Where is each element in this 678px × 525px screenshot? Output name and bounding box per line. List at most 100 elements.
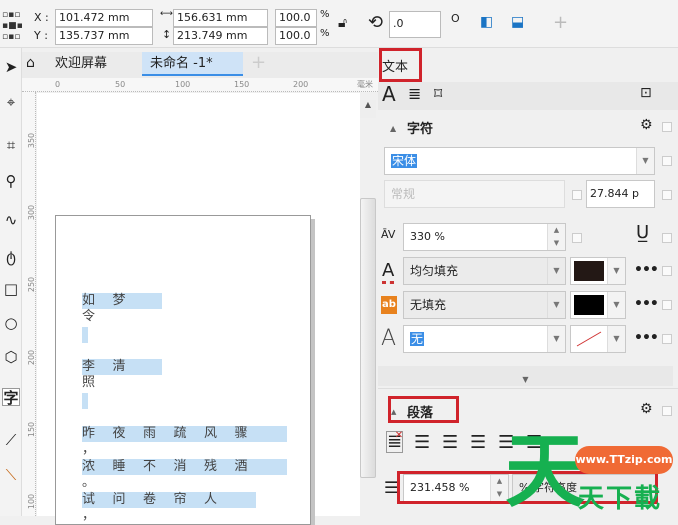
add-tab-button[interactable]: + [251, 52, 266, 73]
character-icon[interactable]: A [382, 82, 396, 106]
text-tool-icon[interactable]: 字 [2, 388, 20, 407]
text-line-empty[interactable] [82, 327, 88, 343]
text-fill-icon: A [382, 260, 395, 284]
text-line[interactable]: 李清照 [82, 359, 162, 390]
align-center-icon[interactable]: ☰ [442, 432, 458, 453]
polygon-tool-icon[interactable]: ⬡ [2, 348, 20, 366]
underline-icon[interactable]: U̲ [636, 222, 649, 243]
lock-ratio-icon[interactable]: 🔓︎ [338, 15, 347, 31]
width-input[interactable]: 156.631 mm [173, 9, 268, 27]
ruler-tick: 250 [27, 276, 37, 293]
divider [378, 388, 678, 389]
degree-label: O [451, 12, 460, 25]
object-origin-icon[interactable]: ▫▪▫ ▪■▪ ▫▪▫ [2, 10, 23, 43]
kerning-input[interactable]: 330 % ▲ ▼ [403, 223, 566, 251]
checkbox[interactable] [662, 190, 672, 200]
vertical-ruler: 350 300 250 200 150 100 [22, 92, 36, 516]
checkbox[interactable] [662, 122, 672, 132]
watermark-brand: 天下載 [578, 484, 663, 514]
height-icon: ↕ [162, 28, 172, 41]
checkbox[interactable] [662, 334, 672, 344]
checkbox[interactable] [662, 233, 672, 243]
ellipse-tool-icon[interactable]: ○ [2, 314, 20, 332]
more-icon[interactable]: ••• [634, 296, 659, 312]
ruler-tick: 350 [27, 132, 37, 149]
checkbox[interactable] [662, 156, 672, 166]
ruler-tick: 0 [55, 80, 61, 89]
align-right-icon[interactable]: ☰ [470, 432, 486, 453]
dimension-tool-icon[interactable]: ⟋ [2, 431, 20, 449]
more-icon[interactable]: ••• [634, 330, 659, 346]
zoom-tool-icon[interactable]: ⚲ [2, 172, 20, 190]
home-icon[interactable]: ⌂ [26, 55, 35, 71]
ruler-tick: 300 [27, 204, 37, 221]
checkbox[interactable] [572, 190, 582, 200]
docker-options-icon[interactable]: ⊡ [640, 85, 652, 101]
vertical-scrollbar-thumb[interactable] [360, 198, 376, 478]
background-fill-icon: ab [381, 296, 397, 314]
checkbox[interactable] [662, 406, 672, 416]
tab-welcome[interactable]: 欢迎屏幕 [47, 52, 137, 76]
fill-color-picker[interactable]: ▼ [570, 257, 626, 285]
background-color-picker[interactable]: ▼ [570, 291, 626, 319]
scale-y-input[interactable]: 100.0 [275, 27, 317, 45]
crop-tool-icon[interactable]: ⌗ [2, 136, 20, 154]
x-position-input[interactable]: 101.472 mm [55, 9, 153, 27]
checkbox[interactable] [662, 300, 672, 310]
text-line-empty[interactable] [82, 393, 88, 409]
expand-more-button[interactable]: ▼ [378, 366, 673, 386]
no-alignment-icon[interactable]: ≣ ✕ [386, 430, 404, 453]
highlight-box [379, 48, 422, 82]
checkbox[interactable] [662, 266, 672, 276]
rectangle-tool-icon[interactable]: □ [2, 280, 20, 298]
font-style-select[interactable]: 常规 [384, 180, 565, 208]
y-label: Y : [34, 29, 48, 42]
watermark-logo: 天 [505, 425, 585, 518]
no-color-icon [576, 331, 602, 347]
paragraph-icon[interactable]: ≣ [408, 84, 421, 103]
more-icon[interactable]: ••• [634, 262, 659, 278]
outline-width-select[interactable]: 无 ▼ [403, 325, 566, 353]
freehand-tool-icon[interactable]: ∿ [2, 211, 20, 229]
fill-type-select[interactable]: 均匀填充 ▼ [403, 257, 566, 285]
rotation-input[interactable]: .0 [389, 11, 441, 38]
character-heading: 字符 [407, 122, 434, 137]
height-input[interactable]: 213.749 mm [173, 27, 268, 45]
scale-x-input[interactable]: 100.0 [275, 9, 317, 27]
font-size-input[interactable]: 27.844 p [586, 180, 655, 208]
settings-gear-icon[interactable]: ⚙ [640, 117, 653, 133]
outline-color-picker[interactable]: ▼ [570, 325, 626, 353]
property-bar: ▫▪▫ ▪■▪ ▫▪▫ X : 101.472 mm Y : 135.737 mm … [0, 0, 678, 48]
y-position-input[interactable]: 135.737 mm [55, 27, 153, 45]
text-line[interactable]: 昨夜雨疏风骤， [82, 426, 287, 457]
text-line[interactable]: 浓睡不消残酒。 [82, 459, 287, 490]
ruler-tick: 50 [115, 80, 126, 89]
tab-document[interactable]: 未命名 -1* [142, 52, 243, 76]
settings-gear-icon[interactable]: ⚙ [640, 401, 653, 417]
ruler-tick: 100 [27, 493, 37, 510]
add-preset-button[interactable]: + [553, 12, 568, 33]
chevron-down-icon: ▼ [636, 148, 654, 174]
pick-tool-icon[interactable]: ➤ [2, 58, 20, 76]
checkbox[interactable] [572, 233, 582, 243]
collapse-icon[interactable]: ▲ [390, 124, 396, 133]
docker-mode-bar: A ≣ ⌑ ⊡ [378, 82, 678, 110]
rotate-icon: ⟲ [368, 12, 384, 33]
mirror-vertical-icon[interactable]: ⬓ [511, 14, 524, 30]
shape-tool-icon[interactable]: ⌖ [2, 93, 20, 111]
connector-tool-icon[interactable]: ⟍ [2, 466, 20, 484]
font-family-select[interactable]: 宋体 ▼ [384, 147, 655, 175]
background-fill-select[interactable]: 无填充 ▼ [403, 291, 566, 319]
mirror-horizontal-icon[interactable]: ◧ [480, 14, 493, 30]
text-line[interactable]: 如梦令 [82, 293, 162, 324]
scroll-up-button[interactable]: ▲ [360, 100, 376, 118]
ruler-tick: 150 [27, 421, 37, 438]
text-outline-icon: A [381, 326, 397, 351]
highlight-box [388, 396, 459, 423]
align-left-icon[interactable]: ☰ [414, 432, 430, 453]
percent-label: % [320, 28, 330, 39]
artistic-media-icon[interactable]: ტ [2, 248, 20, 266]
toolbox: ➤ ⌖ ⌗ ⚲ ∿ ტ □ ○ ⬡ 字 ⟋ ⟍ [0, 48, 22, 516]
text-line[interactable]: 试问卷帘人， [82, 492, 256, 523]
frame-icon[interactable]: ⌑ [434, 84, 442, 103]
